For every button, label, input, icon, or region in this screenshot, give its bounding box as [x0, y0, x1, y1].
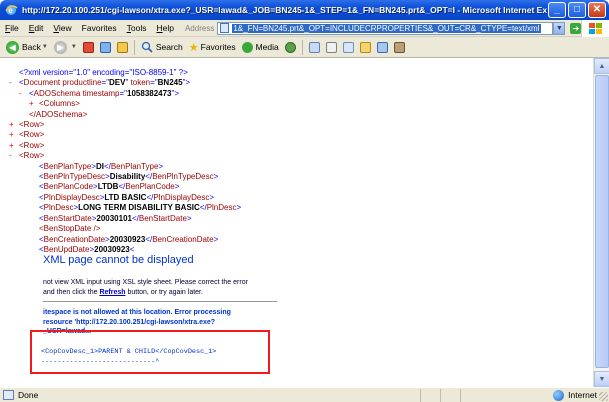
- xml-declaration: <?xml version="1.0" encoding="ISO-8859-1…: [19, 68, 188, 77]
- xml-row-node[interactable]: + <Row>: [9, 130, 241, 140]
- expand-toggle[interactable]: +: [9, 141, 19, 151]
- address-dropdown-button[interactable]: ▼: [553, 21, 566, 35]
- expand-toggle[interactable]: +: [29, 99, 39, 109]
- xml-document-node[interactable]: - <Document productline="DEV" token="BN24…: [9, 78, 241, 88]
- minimize-button[interactable]: _: [548, 2, 566, 18]
- status-cell: [460, 388, 480, 402]
- collapse-toggle[interactable]: -: [9, 78, 19, 88]
- scroll-up-button[interactable]: ▲: [594, 58, 609, 74]
- xml-row-node[interactable]: + <Row>: [9, 120, 241, 130]
- menu-file[interactable]: File: [0, 23, 24, 33]
- page-done-icon: [3, 390, 14, 400]
- xml-field: <BenPlnTypeDesc>Disability</BenPlnTypeDe…: [39, 172, 219, 182]
- discuss-icon[interactable]: [359, 41, 371, 53]
- address-value[interactable]: 1&_FN=BN245.prt&_OPT=INCLUDECRPROPERTIES…: [232, 23, 541, 33]
- xml-field: <PlnDisplayDesc>LTD BASIC</PlnDisplayDes…: [39, 192, 215, 202]
- history-icon[interactable]: [284, 41, 296, 53]
- forward-dropdown-icon[interactable]: ▼: [71, 44, 77, 50]
- refresh-icon[interactable]: [99, 41, 111, 53]
- messenger-icon[interactable]: [376, 41, 388, 53]
- forward-button[interactable]: ▶ ▼: [51, 40, 80, 54]
- forward-arrow-icon: ▶: [53, 40, 67, 54]
- go-arrow-icon: ➔: [570, 22, 582, 34]
- mail-icon[interactable]: [308, 41, 320, 53]
- back-button[interactable]: ◀ Back ▼: [3, 40, 51, 54]
- collapse-toggle[interactable]: -: [19, 89, 29, 99]
- xml-tree: <?xml version="1.0" encoding="ISO-8859-1…: [9, 68, 241, 255]
- scroll-thumb[interactable]: [595, 75, 609, 368]
- back-arrow-icon: ◀: [6, 40, 19, 54]
- search-icon: [141, 41, 153, 53]
- address-field[interactable]: 1&_FN=BN245.prt&_OPT=INCLUDECRPROPERTIES…: [217, 21, 554, 35]
- close-button[interactable]: ✕: [588, 2, 606, 18]
- edit-icon[interactable]: [342, 41, 354, 53]
- stop-icon[interactable]: [82, 41, 94, 53]
- xml-field: <BenCreationDate>20030923</BenCreationDa…: [39, 234, 219, 244]
- address-label: Address: [184, 23, 215, 33]
- search-button[interactable]: Search: [138, 41, 186, 53]
- maximize-button[interactable]: □: [568, 2, 586, 18]
- globe-icon: [553, 389, 565, 401]
- xml-adoschema-node[interactable]: - <ADOSchema timestamp="1058382473">: [9, 89, 241, 99]
- window-title: http://172.20.100.251/cgi-lawson/xtra.ex…: [22, 5, 547, 15]
- refresh-link[interactable]: Refresh: [99, 289, 125, 296]
- expand-toggle[interactable]: +: [9, 120, 19, 130]
- toolbar-separator: [133, 39, 135, 55]
- standard-toolbar: ◀ Back ▼ ▶ ▼ Search ★ Favorites Media: [0, 37, 609, 58]
- research-icon[interactable]: [393, 41, 405, 53]
- menu-view[interactable]: View: [48, 23, 76, 33]
- resize-grip[interactable]: [599, 392, 608, 401]
- page-icon: [220, 23, 230, 33]
- highlight-annotation-box: [30, 330, 270, 374]
- star-icon: ★: [188, 41, 199, 54]
- xml-adoschema-close: </ADOSchema>: [29, 109, 88, 119]
- status-text: Done: [18, 390, 39, 400]
- windows-logo-icon: [581, 20, 609, 37]
- xml-field: <PlnDesc>LONG TERM DISABILITY BASIC</Pln…: [39, 203, 242, 213]
- back-dropdown-icon[interactable]: ▼: [42, 44, 48, 50]
- status-cell: [420, 388, 440, 402]
- media-icon: [241, 41, 253, 53]
- xml-field: <BenPlanCode>LTDB</BenPlanCode>: [39, 182, 180, 192]
- media-button[interactable]: Media: [239, 41, 282, 53]
- print-icon[interactable]: [325, 41, 337, 53]
- menu-edit[interactable]: Edit: [24, 23, 49, 33]
- menu-bar: File Edit View Favorites Tools Help Addr…: [0, 20, 609, 37]
- xml-row-node[interactable]: - <Row>: [9, 151, 241, 161]
- error-message: not view XML input using XSL style sheet…: [43, 279, 248, 296]
- internet-explorer-icon: e: [5, 5, 18, 15]
- status-cell: [440, 388, 460, 402]
- xml-field: <BenPlanType>DI</BenPlanType>: [39, 161, 164, 171]
- menu-favorites[interactable]: Favorites: [77, 23, 122, 33]
- scroll-down-button[interactable]: ▼: [594, 371, 609, 387]
- vertical-scrollbar[interactable]: ▲ ▼: [593, 58, 609, 387]
- home-icon[interactable]: [116, 41, 128, 53]
- error-title: XML page cannot be displayed: [43, 254, 194, 266]
- expand-toggle[interactable]: +: [9, 130, 19, 140]
- title-bar: e http://172.20.100.251/cgi-lawson/xtra.…: [0, 0, 609, 20]
- error-divider: [43, 301, 277, 302]
- xml-field: <BenStartDate>20030101</BenStartDate>: [39, 213, 192, 223]
- collapse-toggle[interactable]: -: [9, 151, 19, 161]
- status-bar: Done Internet: [0, 387, 609, 402]
- menu-help[interactable]: Help: [151, 23, 178, 33]
- menu-tools[interactable]: Tools: [122, 23, 152, 33]
- xml-columns-node[interactable]: + <Columns>: [9, 99, 241, 109]
- xml-row-node[interactable]: + <Row>: [9, 141, 241, 151]
- security-zone: Internet: [553, 389, 597, 401]
- xml-field: <BenStopDate />: [39, 224, 101, 234]
- favorites-button[interactable]: ★ Favorites: [186, 41, 239, 54]
- svg-text:e: e: [8, 6, 13, 15]
- toolbar-separator: [301, 39, 303, 55]
